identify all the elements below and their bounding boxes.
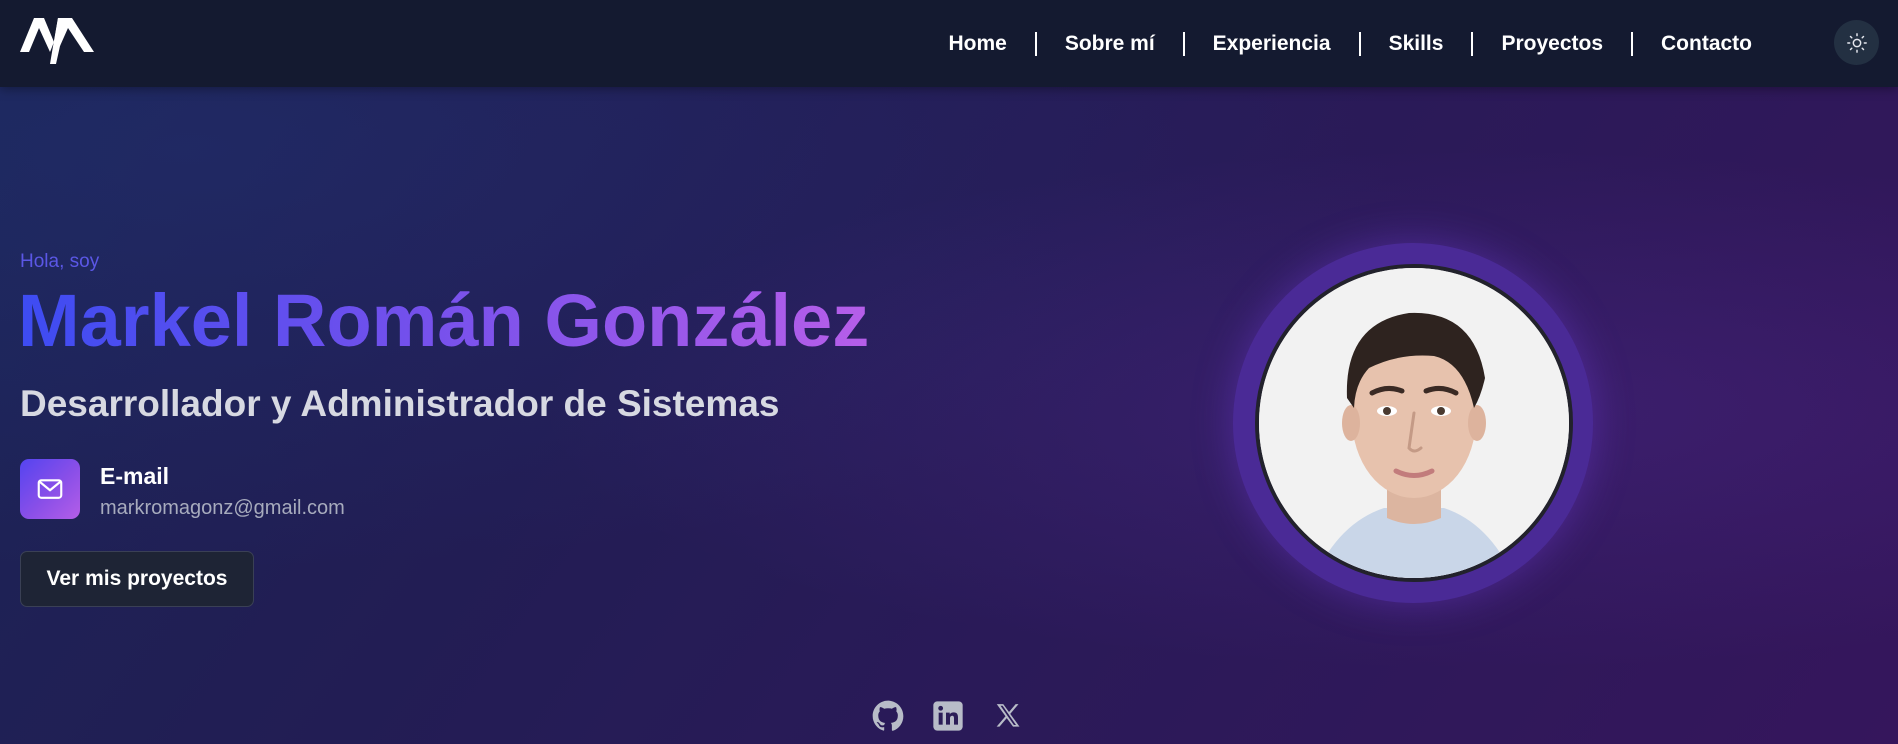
profile-photo (1259, 268, 1569, 578)
site-logo[interactable] (20, 16, 94, 66)
hero-greeting: Hola, soy (20, 251, 100, 272)
x-twitter-link[interactable] (992, 700, 1024, 732)
top-navbar: Home Sobre mí Experiencia Skills Proyect… (0, 0, 1898, 87)
email-icon-box (20, 459, 80, 519)
sun-icon (1846, 32, 1867, 53)
nav-proyectos[interactable]: Proyectos (1473, 32, 1631, 56)
view-projects-button[interactable]: Ver mis proyectos (20, 551, 254, 607)
github-link[interactable] (872, 700, 904, 732)
email-label: E-mail (100, 463, 170, 489)
email-address-link[interactable]: markromagonz@gmail.com (100, 497, 345, 520)
logo-icon (20, 18, 94, 64)
nav-home[interactable]: Home (920, 32, 1034, 56)
theme-toggle-button[interactable] (1834, 20, 1879, 65)
nav-sobre-mi[interactable]: Sobre mí (1037, 32, 1183, 56)
nav-experiencia[interactable]: Experiencia (1185, 32, 1359, 56)
hero-role: Desarrollador y Administrador de Sistema… (20, 383, 780, 424)
x-icon (996, 704, 1020, 727)
hero-name: Markel Román González (18, 279, 870, 362)
background-glow (0, 0, 1898, 744)
main-nav: Home Sobre mí Experiencia Skills Proyect… (920, 0, 1780, 87)
github-icon (872, 700, 904, 731)
social-links (872, 700, 1024, 732)
linkedin-icon (933, 701, 963, 731)
nav-skills[interactable]: Skills (1361, 32, 1472, 56)
mail-icon (37, 479, 63, 499)
linkedin-link[interactable] (932, 700, 964, 732)
avatar (1255, 264, 1573, 582)
nav-contacto[interactable]: Contacto (1633, 32, 1780, 56)
